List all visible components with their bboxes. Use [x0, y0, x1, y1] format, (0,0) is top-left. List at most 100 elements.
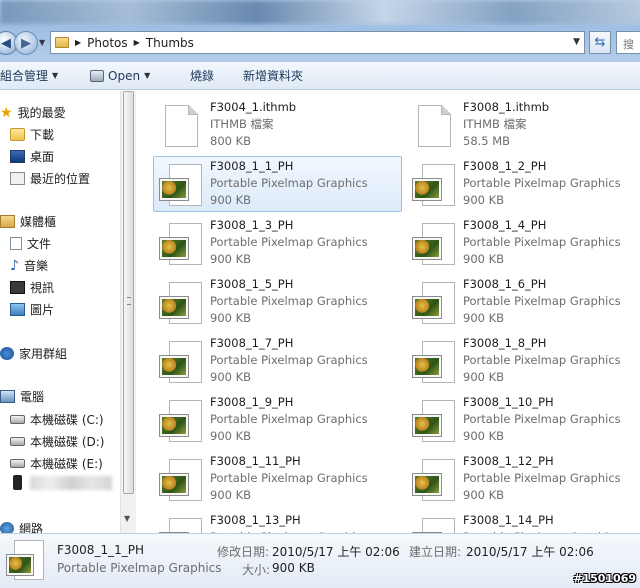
file-tile[interactable]: F3008_1_12_PH Portable Pixelmap Graphics…: [390, 453, 638, 507]
file-name: F3008_1_7_PH: [210, 336, 294, 350]
file-size: 900 KB: [463, 370, 505, 384]
recent-places-icon: [10, 172, 25, 185]
network-icon: [0, 522, 14, 533]
file-tile[interactable]: F3008_1_5_PH Portable Pixelmap Graphics …: [137, 276, 385, 330]
file-type: Portable Pixelmap Graphics: [463, 412, 621, 426]
sidebar-item-drive-e[interactable]: 本機磁碟 (E:): [10, 455, 103, 472]
size-label: 大小:: [242, 563, 271, 577]
image-file-icon: [412, 282, 456, 328]
forward-button[interactable]: ▶: [14, 31, 38, 55]
file-tile[interactable]: F3004_1.ithmb ITHMB 檔案 800 KB: [137, 99, 385, 153]
file-size: 900 KB: [463, 193, 505, 207]
sidebar-item-label: 音樂: [23, 259, 48, 273]
sidebar-item-drive-c[interactable]: 本機磁碟 (C:): [10, 411, 104, 428]
file-name: F3008_1_3_PH: [210, 218, 294, 232]
search-input[interactable]: 搜: [616, 31, 640, 54]
image-file-icon: [412, 400, 456, 446]
file-tile[interactable]: F3008_1_4_PH Portable Pixelmap Graphics …: [390, 217, 638, 271]
command-bar: 組合管理 ▼ Open ▼ 燒錄 新增資料夾: [0, 62, 640, 90]
documents-icon: [10, 237, 22, 250]
sidebar-item-libraries[interactable]: 媒體櫃: [0, 213, 56, 230]
title-bar: ◀ ▶ ▼ ▶ Photos ▶ Thumbs ▼ ⇆ 搜: [0, 0, 640, 62]
created-date-value: 2010/5/17 上午 02:06: [466, 545, 594, 559]
file-size: 900 KB: [210, 311, 252, 325]
open-button[interactable]: Open ▼: [90, 62, 150, 90]
watermark: #1501069: [573, 572, 636, 585]
sidebar-item-label: 本機磁碟 (D:): [30, 435, 105, 449]
file-name: F3008_1.ithmb: [463, 100, 550, 114]
sidebar-item-drive-d[interactable]: 本機磁碟 (D:): [10, 433, 104, 450]
sidebar-item-label: 本機磁碟 (C:): [30, 413, 104, 427]
new-folder-button[interactable]: 新增資料夾: [243, 62, 303, 90]
burn-label: 燒錄: [190, 69, 215, 83]
burn-button[interactable]: 燒錄: [190, 62, 214, 90]
sidebar-item-music[interactable]: ♪ 音樂: [10, 257, 48, 274]
breadcrumb-thumbs[interactable]: Thumbs: [146, 36, 194, 50]
breadcrumb-separator-icon[interactable]: ▶: [75, 38, 81, 47]
file-type: ITHMB 檔案: [463, 117, 527, 131]
address-dropdown-icon[interactable]: ▼: [573, 37, 580, 47]
scroll-down-arrow-icon[interactable]: ▼: [124, 514, 130, 523]
file-tile[interactable]: F3008_1_2_PH Portable Pixelmap Graphics …: [390, 158, 638, 212]
file-tile-selected[interactable]: F3008_1_1_PH Portable Pixelmap Graphics …: [137, 156, 402, 212]
file-type: ITHMB 檔案: [210, 117, 274, 131]
file-tile[interactable]: F3008_1_11_PH Portable Pixelmap Graphics…: [137, 453, 385, 507]
refresh-button[interactable]: ⇆: [589, 31, 611, 54]
image-file-icon: [412, 223, 456, 269]
file-tile[interactable]: F3008_1_3_PH Portable Pixelmap Graphics …: [137, 217, 385, 271]
file-size: 900 KB: [463, 252, 505, 266]
scrollbar-thumb[interactable]: [123, 91, 134, 494]
sidebar-item-videos[interactable]: 視訊: [10, 279, 54, 296]
sidebar-item-computer[interactable]: 電腦: [0, 388, 44, 405]
file-type: Portable Pixelmap Graphics: [210, 176, 368, 190]
file-name: F3008_1_12_PH: [463, 454, 554, 468]
sidebar-item-homegroup[interactable]: 家用群組: [0, 345, 67, 362]
file-name: F3008_1_14_PH: [463, 513, 554, 527]
sidebar-scrollbar[interactable]: ▼: [120, 91, 136, 533]
file-tile[interactable]: F3008_1_10_PH Portable Pixelmap Graphics…: [390, 394, 638, 448]
homegroup-icon: [0, 347, 14, 360]
image-file-icon: [159, 164, 203, 210]
file-tile[interactable]: F3008_1_9_PH Portable Pixelmap Graphics …: [137, 394, 385, 448]
sidebar-item-desktop[interactable]: 桌面: [10, 148, 54, 165]
organize-button[interactable]: 組合管理 ▼: [0, 62, 58, 90]
breadcrumb-photos[interactable]: Photos: [87, 36, 127, 50]
sidebar-item-label: 網路: [19, 522, 44, 533]
file-tile[interactable]: F3008_1.ithmb ITHMB 檔案 58.5 MB: [390, 99, 638, 153]
file-tile[interactable]: F3008_1_8_PH Portable Pixelmap Graphics …: [390, 335, 638, 389]
recent-pages-dropdown-icon[interactable]: ▼: [39, 38, 45, 47]
file-name: F3008_1_9_PH: [210, 395, 294, 409]
modified-date-label: 修改日期:: [217, 545, 270, 559]
file-name: F3008_1_2_PH: [463, 159, 547, 173]
details-file-type: Portable Pixelmap Graphics: [57, 561, 222, 575]
sidebar-item-label: 電腦: [20, 390, 45, 404]
file-tile[interactable]: F3008_1_14_PH Portable Pixelmap Graphics: [390, 512, 638, 533]
blurred-background-strip: [0, 0, 640, 24]
sidebar-item-documents[interactable]: 文件: [10, 235, 51, 252]
address-bar[interactable]: ▶ Photos ▶ Thumbs ▼: [50, 31, 585, 54]
file-size: 900 KB: [463, 488, 505, 502]
file-tile[interactable]: F3008_1_6_PH Portable Pixelmap Graphics …: [390, 276, 638, 330]
file-name: F3008_1_1_PH: [210, 159, 294, 173]
file-type: Portable Pixelmap Graphics: [463, 235, 621, 249]
sidebar-item-favorites[interactable]: ★ 我的最愛: [0, 104, 66, 121]
drive-icon: [10, 437, 25, 446]
sidebar-item-network[interactable]: 網路: [0, 520, 43, 533]
file-tile[interactable]: F3008_1_7_PH Portable Pixelmap Graphics …: [137, 335, 385, 389]
sidebar-item-pictures[interactable]: 圖片: [10, 301, 54, 318]
file-name: F3008_1_13_PH: [210, 513, 301, 527]
breadcrumb-separator-icon[interactable]: ▶: [134, 38, 140, 47]
forward-arrow-icon: ▶: [21, 35, 31, 51]
image-file-icon: [412, 459, 456, 505]
file-tile[interactable]: F3008_1_13_PH Portable Pixelmap Graphics: [137, 512, 385, 533]
file-size: 900 KB: [210, 252, 252, 266]
sidebar-item-label: 家用群組: [19, 347, 68, 361]
sidebar-item-device[interactable]: [10, 475, 112, 490]
modified-date-value: 2010/5/17 上午 02:06: [272, 545, 400, 559]
sidebar-item-label: 視訊: [30, 281, 55, 295]
sidebar-item-recent-places[interactable]: 最近的位置: [10, 170, 90, 187]
file-type: Portable Pixelmap Graphics: [210, 412, 368, 426]
file-name: F3008_1_4_PH: [463, 218, 547, 232]
sidebar-item-downloads[interactable]: 下載: [10, 126, 54, 143]
music-icon: ♪: [10, 257, 19, 274]
